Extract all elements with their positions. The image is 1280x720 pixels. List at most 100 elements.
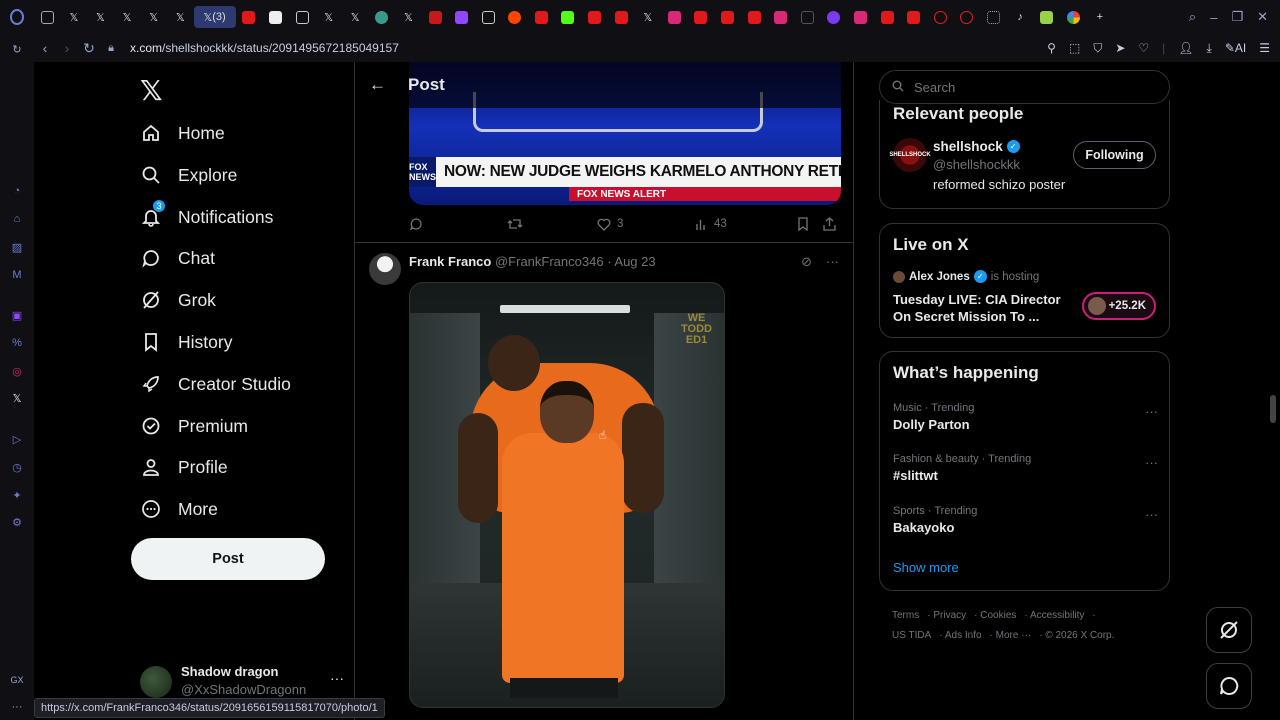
trend-item[interactable]: Music · Trending Dolly Parton ···	[893, 402, 1158, 438]
messenger-icon[interactable]: M	[10, 268, 24, 282]
tab-youtube[interactable]	[714, 6, 741, 28]
avatar[interactable]	[369, 253, 401, 285]
history-icon[interactable]: ◷	[10, 460, 24, 474]
tweet-date[interactable]: · Aug 23	[607, 254, 655, 269]
messages-fab-button[interactable]	[1206, 663, 1252, 709]
tab-doc[interactable]	[475, 6, 502, 28]
user-handle[interactable]: @shellshockkk	[933, 157, 1020, 172]
nav-profile[interactable]: Profile	[140, 449, 228, 485]
live-listeners-pill[interactable]: +25.2K	[1082, 292, 1156, 320]
new-tab-button[interactable]: +	[1087, 6, 1114, 28]
footer-link[interactable]: Ads Info	[945, 630, 982, 641]
menu-icon[interactable]: ☰	[1259, 41, 1270, 55]
reload-icon[interactable]: ↻	[78, 40, 100, 57]
minimize-icon[interactable]: –	[1210, 10, 1217, 25]
tab-app[interactable]	[821, 6, 848, 28]
show-more-link[interactable]: Show more	[893, 560, 959, 575]
trend-item[interactable]: Fashion & beauty · Trending #slittwt ···	[893, 453, 1158, 489]
more-dots-icon[interactable]: ···	[826, 254, 839, 270]
nav-explore[interactable]: Explore	[140, 157, 237, 193]
tab-instagram[interactable]	[767, 6, 794, 28]
tab-kick[interactable]	[555, 6, 582, 28]
avatar[interactable]: SHELLSHOCK	[889, 138, 931, 172]
opera-logo-icon[interactable]	[0, 0, 34, 34]
tab-app[interactable]	[1033, 6, 1060, 28]
tweet-photo[interactable]: WE TODD ED1	[409, 282, 725, 708]
tab-youtube[interactable]	[528, 6, 555, 28]
tab-grid[interactable]	[980, 6, 1007, 28]
profile-icon[interactable]: 👤︎	[1178, 41, 1193, 55]
grok-fab-button[interactable]	[1206, 607, 1252, 653]
footer-link[interactable]: Cookies	[980, 610, 1016, 621]
back-arrow-icon[interactable]: ←	[369, 75, 386, 95]
tab-opera[interactable]	[954, 6, 981, 28]
bot-icon[interactable]: ⌂	[10, 212, 24, 226]
user-name[interactable]: shellshock ✓	[933, 139, 1020, 154]
nav-more[interactable]: More	[140, 491, 218, 527]
more-dots-icon[interactable]: ···	[1145, 507, 1158, 522]
share-button[interactable]	[823, 217, 836, 231]
views-button[interactable]: 43	[695, 218, 797, 231]
tab-x[interactable]: 𝕏	[61, 6, 88, 28]
send-icon[interactable]: ➤	[1115, 41, 1125, 55]
tab-tiktok[interactable]: ♪	[1007, 6, 1034, 28]
tab-google[interactable]	[1060, 6, 1087, 28]
settings-icon[interactable]: ⚙	[10, 515, 24, 529]
tab-youtube[interactable]	[741, 6, 768, 28]
tab-youtube[interactable]	[688, 6, 715, 28]
tab-twitch[interactable]	[448, 6, 475, 28]
player-icon[interactable]: ▷	[10, 432, 24, 446]
tab-doc[interactable]	[289, 6, 316, 28]
tab-instagram[interactable]	[847, 6, 874, 28]
gx-label[interactable]: GX	[10, 673, 24, 687]
close-icon[interactable]: ✕	[1257, 9, 1268, 25]
tab-youtube[interactable]	[900, 6, 927, 28]
tab-play[interactable]	[422, 6, 449, 28]
grok-icon[interactable]: ⊘	[801, 254, 812, 270]
scrollbar-thumb[interactable]	[1270, 395, 1276, 423]
extensions-icon[interactable]: ✦	[10, 488, 24, 502]
reply-button[interactable]	[409, 217, 507, 231]
live-space-title[interactable]: Tuesday LIVE: CIA Director On Secret Mis…	[893, 291, 1073, 325]
tab-youtube[interactable]	[608, 6, 635, 28]
pin-icon[interactable]: ⚲	[1047, 41, 1056, 55]
tab-opera[interactable]	[927, 6, 954, 28]
tweet-author-name[interactable]: Frank Franco	[409, 254, 491, 269]
tab-x[interactable]: 𝕏	[167, 6, 194, 28]
nav-grok[interactable]: Grok	[140, 282, 216, 318]
more-dots-icon[interactable]: ···	[1145, 404, 1158, 419]
post-button[interactable]: Post	[131, 538, 325, 580]
refresh-icon[interactable]: ↻	[10, 42, 24, 56]
nav-premium[interactable]: Premium	[140, 408, 248, 444]
ai-button[interactable]: ✎AI	[1225, 41, 1246, 55]
more-dots-icon[interactable]: ···	[330, 670, 344, 686]
tab-youtube[interactable]	[236, 6, 263, 28]
nav-notifications[interactable]: 3 Notifications	[140, 199, 273, 235]
tab-reddit[interactable]	[502, 6, 529, 28]
tab-x-active[interactable]: 𝕏 (3)	[193, 6, 236, 28]
bookmark-button[interactable]	[797, 217, 823, 231]
percent-icon[interactable]: %	[10, 336, 24, 350]
search-tabs-icon[interactable]: ⌕	[1189, 9, 1196, 25]
aria-icon[interactable]: ◔	[10, 184, 24, 198]
nav-creator-studio[interactable]: Creator Studio	[140, 366, 291, 402]
heart-icon[interactable]: ♡	[1138, 41, 1149, 55]
tab-x[interactable]: 𝕏	[342, 6, 369, 28]
more-dots-icon[interactable]: ···	[1145, 455, 1158, 470]
twitch-icon[interactable]: ▣	[10, 308, 24, 322]
like-button[interactable]: 3	[597, 218, 695, 231]
nav-history[interactable]: History	[140, 324, 232, 360]
restore-icon[interactable]: ❐	[1231, 9, 1243, 25]
tab-ext[interactable]	[794, 6, 821, 28]
search-input[interactable]: Search	[879, 70, 1170, 104]
download-icon[interactable]: ⤓	[1207, 41, 1212, 56]
nav-home[interactable]: Home	[140, 115, 225, 151]
tab-youtube[interactable]	[581, 6, 608, 28]
stripes-icon[interactable]: ▨	[10, 240, 24, 254]
footer-link[interactable]: US TIDA	[892, 630, 931, 641]
tab-kick[interactable]	[262, 6, 289, 28]
tab-youtube[interactable]	[874, 6, 901, 28]
tab-x[interactable]: 𝕏	[395, 6, 422, 28]
reply-tweet[interactable]: Frank Franco @FrankFranco346 · Aug 23 ⊘ …	[355, 243, 853, 720]
repost-button[interactable]	[507, 217, 597, 231]
